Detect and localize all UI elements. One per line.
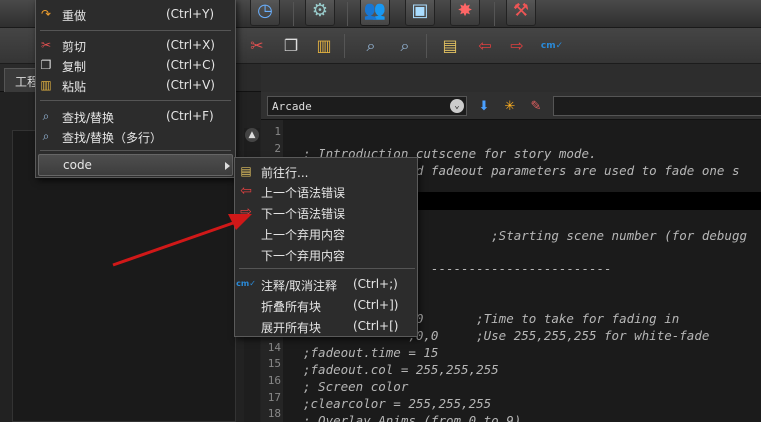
users-icon: 👥: [363, 0, 387, 21]
line-number: 1: [274, 125, 281, 138]
clock-icon: ◷: [257, 0, 273, 21]
previous-error-icon: ⇦: [478, 36, 492, 55]
line-number: 15: [267, 357, 281, 371]
submenu-item-next-error[interactable]: ⇨ 下一个语法错误: [235, 201, 417, 223]
submenu-item-expand-all[interactable]: 展开所有块 (Ctrl+[): [235, 315, 417, 337]
edit-icon: ✎: [530, 98, 542, 114]
menu-item-redo[interactable]: ↷ 重做 (Ctrl+Y): [36, 3, 235, 25]
line-number: 14: [267, 340, 281, 354]
code-line: ;fadeout.col = 255,255,255: [303, 362, 499, 377]
toolbar-separator: [347, 2, 348, 26]
line-number: 18: [267, 407, 281, 421]
line-number: 16: [267, 374, 281, 387]
schedule-button[interactable]: ◷: [250, 0, 280, 26]
next-error-icon: ⇨: [510, 36, 524, 55]
submenu-item-previous-deprecated[interactable]: 上一个弃用内容: [235, 222, 417, 244]
menu-item-find-replace-multiline[interactable]: ⌕ 查找/替换（多行）: [36, 125, 235, 147]
toolbar-find-multiline-button[interactable]: ⌕: [394, 35, 416, 57]
copy-icon: ❐: [283, 36, 299, 55]
section-combo[interactable]: Arcade ⌄: [267, 96, 467, 116]
tools-button[interactable]: ⚒: [506, 0, 536, 26]
goto-line-icon: ▤: [442, 36, 458, 55]
submenu-item-collapse-all[interactable]: 折叠所有块 (Ctrl+]): [235, 294, 417, 316]
submenu-item-previous-error[interactable]: ⇦ 上一个语法错误: [235, 180, 417, 202]
new-item-button[interactable]: ✳: [499, 95, 521, 117]
toolbar-prev-error-button[interactable]: ⇦: [474, 35, 496, 57]
copy-icon: ❐: [40, 58, 52, 72]
find-replace-icon: ⌕: [42, 109, 50, 123]
code-line: ; Overlay Anims (from 0 to 9): [303, 413, 522, 422]
scissors-icon: ✂: [40, 38, 52, 52]
toolbar-goto-line-button[interactable]: ▤: [439, 35, 461, 57]
edit-item-button[interactable]: ✎: [525, 95, 547, 117]
redo-icon: ↷: [40, 7, 52, 21]
menu-item-paste[interactable]: ▥ 粘贴 (Ctrl+V): [36, 74, 235, 96]
next-error-icon: ⇨: [240, 204, 252, 220]
find-multiline-icon: ⌕: [400, 36, 410, 55]
menu-item-cut[interactable]: ✂ 剪切 (Ctrl+X): [36, 34, 235, 56]
toolbar-copy-button[interactable]: ❐: [280, 35, 302, 57]
toolbar-find-button[interactable]: ⌕: [360, 35, 382, 57]
menu-item-code[interactable]: code: [38, 154, 233, 176]
scissors-icon: ✂: [250, 36, 264, 55]
toolbar-separator: [344, 34, 345, 58]
line-number: 2: [274, 141, 281, 155]
submenu-item-toggle-comment[interactable]: cm✓ 注释/取消注释 (Ctrl+;): [235, 273, 417, 295]
toolbar-paste-button[interactable]: ▥: [313, 35, 335, 57]
download-button[interactable]: ⬇: [473, 95, 495, 117]
code-line: ;clearcolor = 255,255,255: [303, 396, 492, 411]
goto-line-icon: ▤: [240, 164, 252, 178]
editor-search-field[interactable]: [553, 96, 761, 116]
toolbar-separator: [494, 2, 495, 26]
chevron-right-icon: [225, 162, 230, 170]
comment-toggle-icon: cm✓: [540, 40, 564, 51]
scroll-up-icon[interactable]: ▲: [245, 128, 259, 142]
gear-run-icon: ⚙: [311, 0, 329, 21]
characters-button[interactable]: 👥: [360, 0, 390, 26]
find-icon: ⌕: [366, 36, 376, 55]
menu-separator: [40, 30, 231, 31]
section-combo-value: Arcade: [272, 100, 312, 113]
submenu-separator: [239, 268, 415, 269]
images-button[interactable]: ▣: [405, 0, 435, 26]
paste-icon: ▥: [40, 78, 52, 92]
toolbar-separator: [426, 34, 427, 58]
previous-error-icon: ⇦: [240, 183, 252, 199]
effects-button[interactable]: ✸: [450, 0, 480, 26]
code-line: ;fadeout.time = 15: [303, 345, 439, 360]
down-arrow-icon: ⬇: [478, 98, 490, 114]
submenu-item-next-deprecated[interactable]: 下一个弃用内容: [235, 243, 417, 265]
toolbar-next-error-button[interactable]: ⇨: [506, 35, 528, 57]
burst-icon: ✸: [457, 0, 473, 21]
toolbar-separator: [293, 2, 294, 26]
editor-header: Arcade ⌄ ⬇ ✳ ✎: [261, 92, 761, 120]
star-icon: ✳: [504, 98, 516, 114]
code-submenu: ▤ 前往行... ⇦ 上一个语法错误 ⇨ 下一个语法错误 上一个弃用内容 下一个…: [234, 157, 418, 337]
code-line: ; Screen color: [303, 379, 409, 394]
toolbar-cut-button[interactable]: ✂: [246, 35, 268, 57]
toolbar-comment-button[interactable]: cm✓: [541, 35, 563, 57]
chevron-down-icon[interactable]: ⌄: [450, 99, 464, 113]
menu-separator: [40, 150, 231, 151]
line-number: 17: [267, 390, 281, 404]
context-menu: ↷ 重做 (Ctrl+Y) ✂ 剪切 (Ctrl+X) ❐ 复制 (Ctrl+C…: [35, 0, 236, 178]
menu-separator: [40, 100, 231, 101]
run-button[interactable]: ⚙: [305, 0, 335, 26]
find-replace-multiline-icon: ⌕: [42, 129, 50, 143]
app-window: ◷ ⚙ 👥 ▣ ✸ ⚒ ✂ ❐ ▥ ⌕ ⌕ ▤ ⇦ ⇨ cm✓ 工程 ▲ Arc…: [0, 0, 761, 422]
paste-icon: ▥: [316, 36, 332, 55]
menu-item-find-replace[interactable]: ⌕ 查找/替换 (Ctrl+F): [36, 105, 235, 127]
image-icon: ▣: [411, 0, 429, 21]
comment-toggle-icon: cm✓: [236, 279, 256, 288]
submenu-item-goto-line[interactable]: ▤ 前往行...: [235, 160, 417, 182]
menu-item-copy[interactable]: ❐ 复制 (Ctrl+C): [36, 54, 235, 76]
tools-icon: ⚒: [512, 0, 530, 21]
